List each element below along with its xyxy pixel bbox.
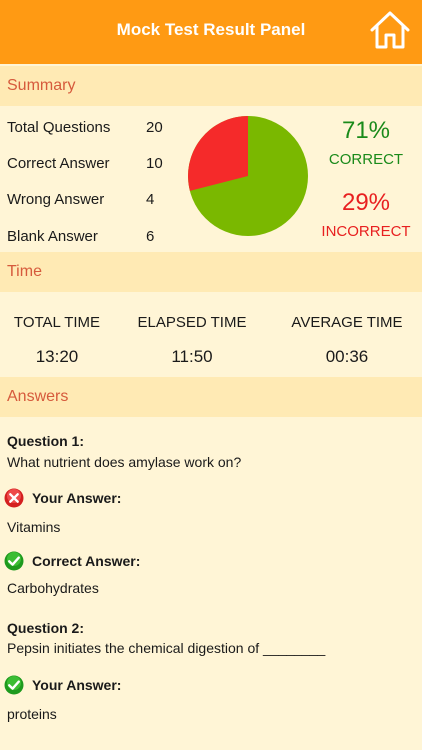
correct-caption: CORRECT [328,151,404,168]
elapsed-time-value: 11:50 [171,347,213,366]
question-1-your-answer-label: Your Answer: [32,490,122,506]
correct-percent: 71% [341,117,391,144]
answers-section-label: Answers [7,388,69,405]
total-time-value: 13:20 [35,347,79,366]
answers-section-header: Answers [0,377,422,417]
average-time-label: AVERAGE TIME [291,314,403,331]
question-1-text: What nutrient does amylase work on? [7,454,242,470]
question-2-your-answer-label: Your Answer: [32,677,122,693]
elapsed-time-label: ELAPSED TIME [137,314,247,331]
question-2-title: Question 2: [7,620,85,636]
question-2-text: Pepsin initiates the chemical digestion … [7,640,326,656]
correct-answer-label: Correct Answer [7,155,110,172]
wrong-answer-label: Wrong Answer [7,191,105,208]
blank-answer-value: 6 [146,228,155,245]
time-section-label: Time [7,263,42,280]
average-time-value: 00:36 [325,347,369,366]
time-section-header: Time [0,252,422,292]
wrong-icon [4,488,24,508]
question-1-title: Question 1: [7,433,85,449]
check-icon [4,675,24,695]
blank-answer-label: Blank Answer [7,228,98,245]
question-2-your-answer: proteins [7,706,57,722]
total-questions-label: Total Questions [7,119,111,136]
wrong-answer-value: 4 [146,191,155,208]
correct-answer-value: 10 [146,155,163,172]
home-icon [370,11,410,49]
page-title: Mock Test Result Panel [116,20,306,39]
total-time-label: TOTAL TIME [13,314,101,331]
app-header: Mock Test Result Panel [0,0,422,64]
summary-section-label: Summary [7,77,76,94]
home-button[interactable] [368,8,412,52]
result-pie-chart [188,116,308,236]
question-1-correct-answer-label: Correct Answer: [32,553,141,569]
question-1-correct-answer: Carbohydrates [7,580,99,596]
check-icon [4,551,24,571]
question-1-your-answer: Vitamins [7,519,61,535]
incorrect-caption: INCORRECT [321,223,411,240]
total-questions-value: 20 [146,119,163,136]
summary-section-header: Summary [0,66,422,106]
incorrect-percent: 29% [341,189,391,216]
